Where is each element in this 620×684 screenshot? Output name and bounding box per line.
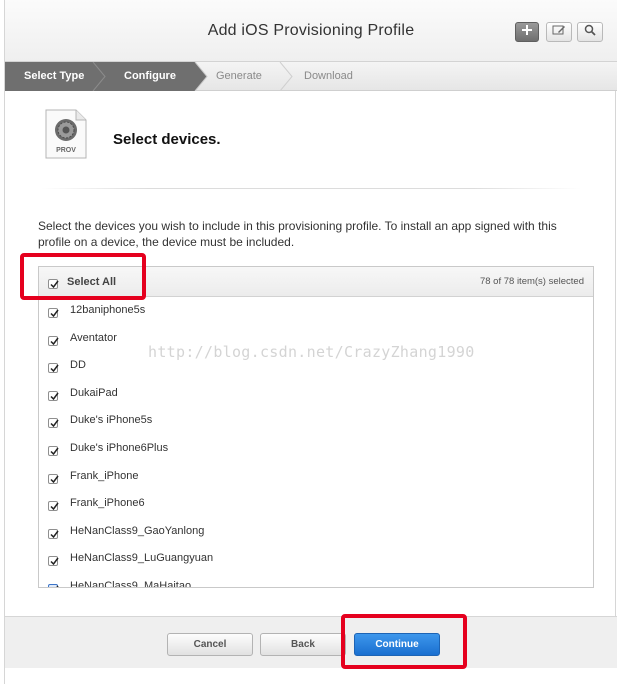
- search-icon: [584, 23, 596, 41]
- device-row[interactable]: DukaiPad: [39, 381, 593, 408]
- device-checkbox[interactable]: [48, 363, 59, 374]
- device-name: HeNanClass9_MaHaitao: [70, 580, 192, 588]
- step-generate: Generate: [216, 70, 262, 82]
- device-name: Aventator: [70, 331, 117, 344]
- back-button[interactable]: Back: [260, 633, 346, 656]
- edit-icon: [552, 23, 566, 41]
- window-frame: Add iOS Provisioning Profile Select Type…: [4, 0, 617, 684]
- provisioning-profile-icon: PROV: [44, 108, 88, 160]
- step-select-type: Select Type: [24, 70, 85, 82]
- footer-bar: Cancel Back Continue: [5, 616, 617, 668]
- device-checkbox[interactable]: [48, 528, 59, 539]
- device-checkbox[interactable]: [48, 473, 59, 484]
- device-checkbox[interactable]: [48, 308, 59, 318]
- device-name: Frank_iPhone: [70, 469, 139, 482]
- window-header: Add iOS Provisioning Profile: [5, 0, 617, 62]
- watermark-text: http://blog.csdn.net/CrazyZhang1990: [148, 343, 475, 361]
- search-button[interactable]: [577, 22, 603, 42]
- device-checkbox[interactable]: [48, 390, 59, 401]
- divider: [41, 188, 581, 189]
- device-name: Duke's iPhone6Plus: [70, 442, 169, 454]
- device-row[interactable]: HeNanClass9_GaoYanlong: [39, 519, 593, 546]
- device-checkbox[interactable]: [48, 418, 59, 429]
- plus-icon: [521, 23, 533, 41]
- device-list[interactable]: Select All 78 of 78 item(s) selected 12b…: [38, 266, 594, 588]
- device-row[interactable]: 12baniphone5s: [39, 298, 593, 325]
- select-all-highlight: [20, 253, 146, 300]
- bottom-strip: [5, 668, 617, 684]
- device-row[interactable]: Frank_iPhone6: [39, 491, 593, 518]
- device-name: HeNanClass9_LuGuangyuan: [70, 552, 214, 565]
- cancel-button[interactable]: Cancel: [167, 633, 253, 656]
- step-download: Download: [304, 70, 353, 82]
- device-checkbox[interactable]: [48, 446, 59, 456]
- prov-icon-label: PROV: [56, 147, 76, 154]
- device-row[interactable]: HeNanClass9_MaHaitao: [39, 574, 593, 588]
- device-name: Duke's iPhone5s: [70, 414, 153, 427]
- device-name: HeNanClass9_GaoYanlong: [70, 524, 205, 537]
- add-button[interactable]: [515, 22, 539, 42]
- instructions-text: Select the devices you wish to include i…: [38, 219, 557, 249]
- device-name: DukaiPad: [70, 386, 118, 399]
- device-checkbox[interactable]: [48, 335, 59, 346]
- selection-count: 78 of 78 item(s) selected: [479, 276, 584, 287]
- device-checkbox[interactable]: [48, 501, 59, 512]
- device-checkbox[interactable]: [48, 584, 59, 587]
- device-row[interactable]: HeNanClass9_LuGuangyuan: [39, 546, 593, 573]
- device-row[interactable]: Duke's iPhone5s: [39, 408, 593, 435]
- device-name: DD: [70, 359, 86, 372]
- step-configure: Configure: [124, 70, 176, 82]
- device-name: Frank_iPhone6: [70, 497, 145, 510]
- continue-highlight: [341, 614, 467, 669]
- device-row[interactable]: Frank_iPhone: [39, 464, 593, 491]
- device-row[interactable]: Duke's iPhone6Plus: [39, 436, 593, 463]
- device-checkbox[interactable]: [48, 556, 59, 567]
- device-name: 12baniphone5s: [70, 304, 146, 316]
- edit-button[interactable]: [546, 22, 572, 42]
- step-progress-bar: Select Type Configure Generate Download: [5, 62, 617, 91]
- section-heading: Select devices.: [113, 131, 221, 148]
